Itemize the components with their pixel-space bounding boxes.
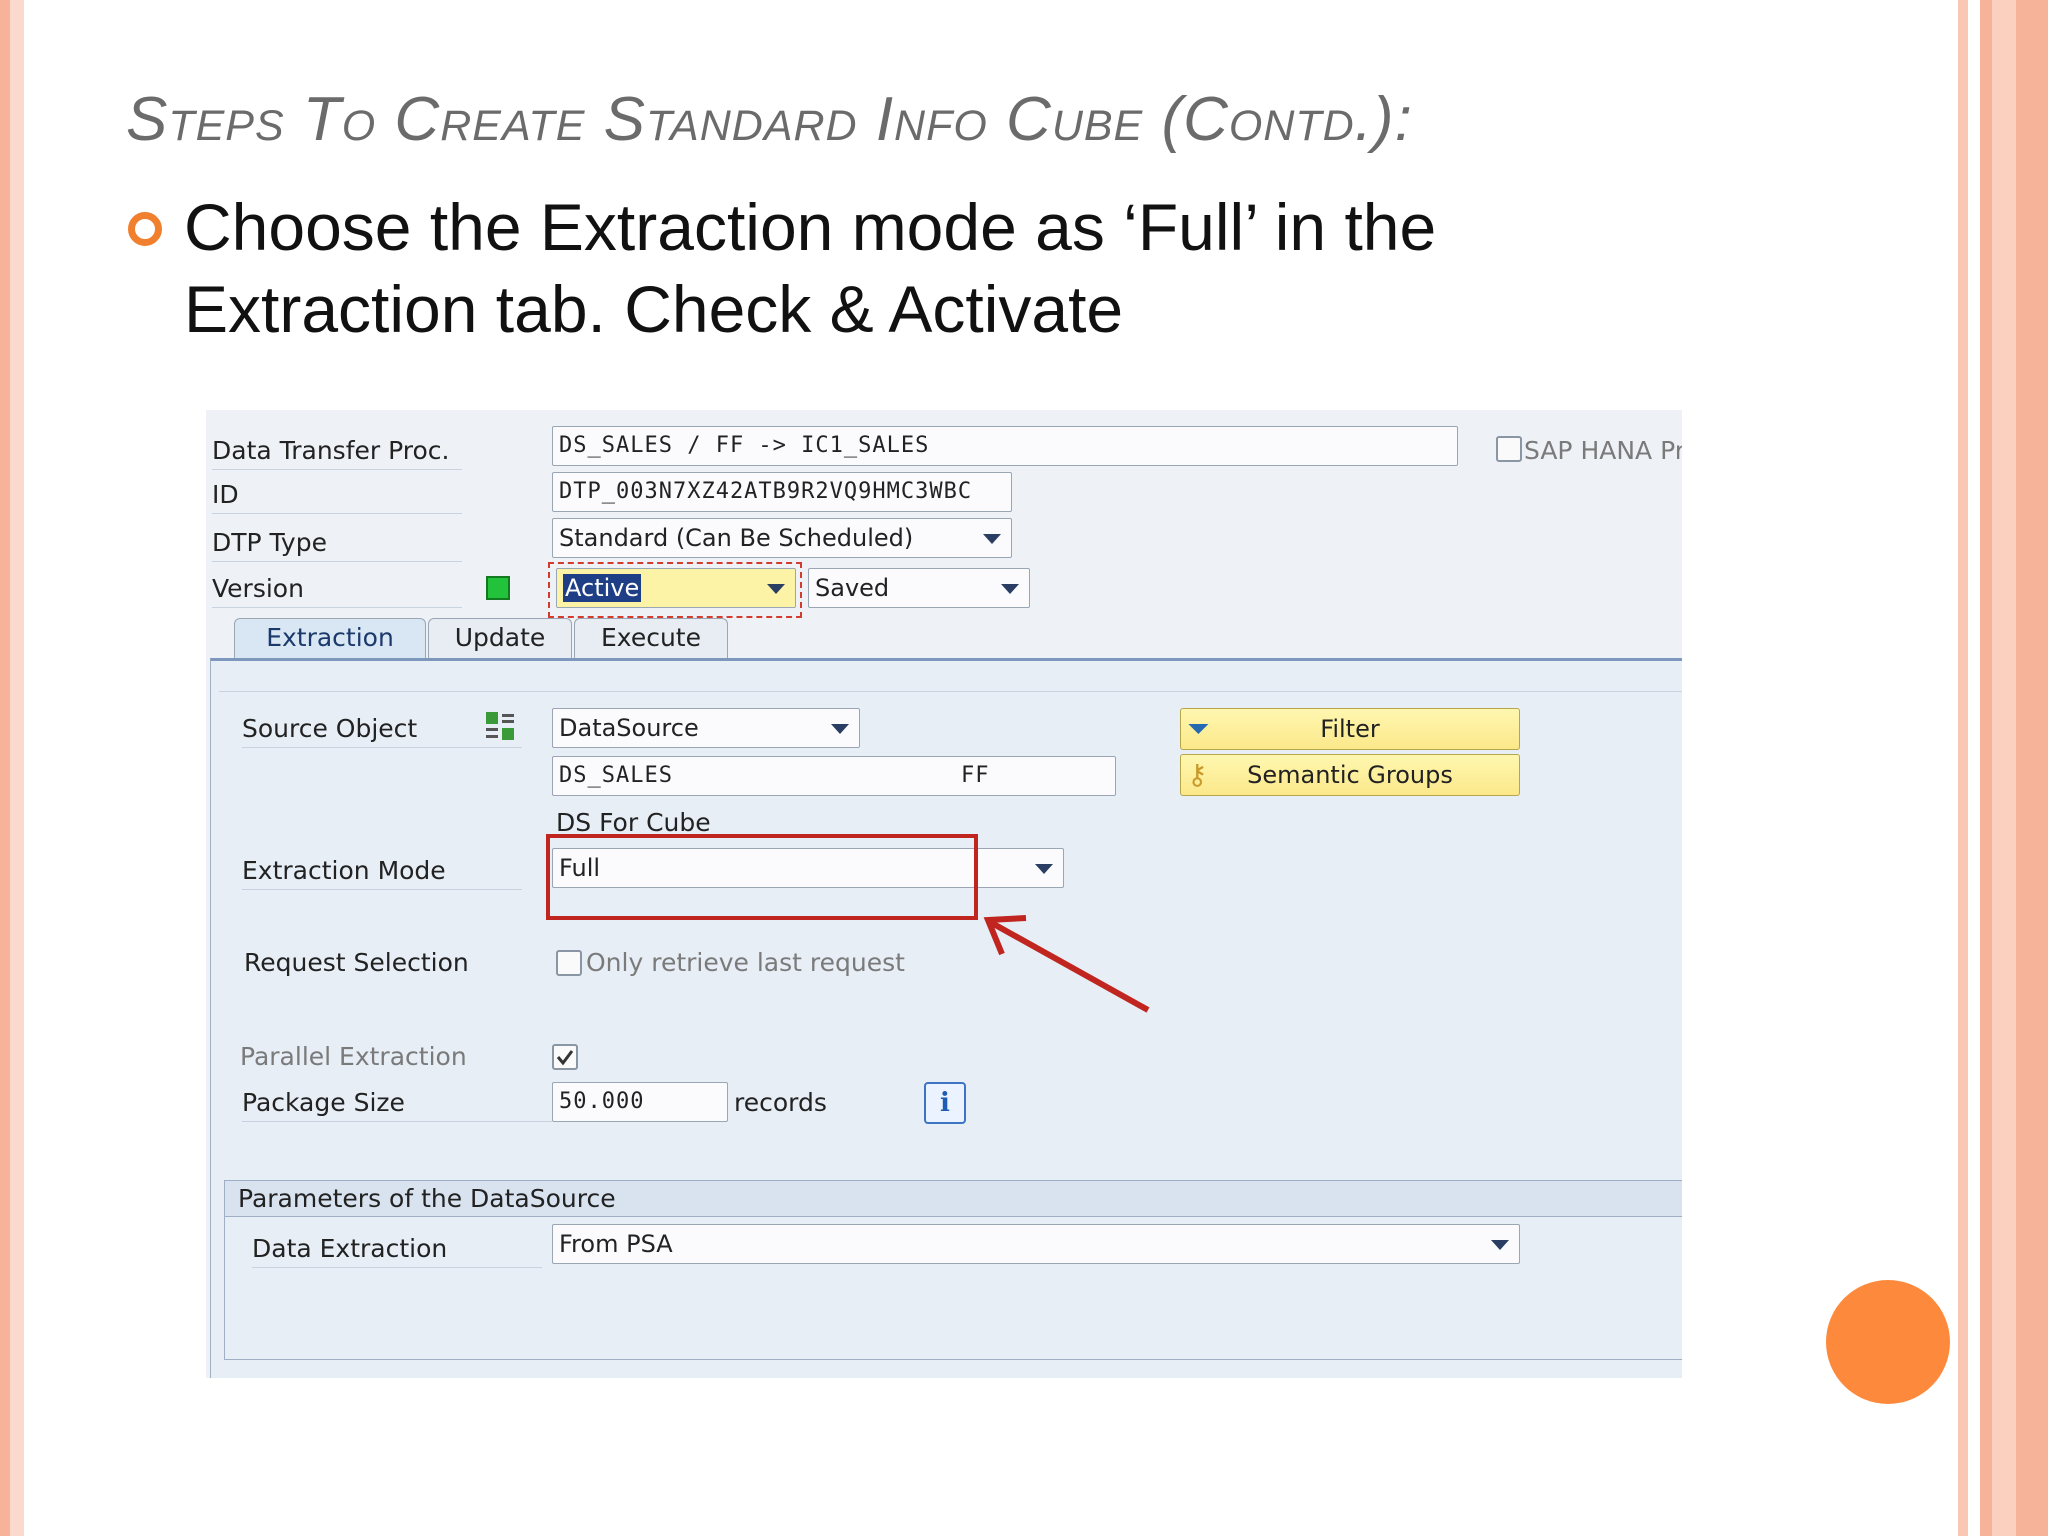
bullet-text: Choose the Extraction mode as ‘Full’ in … [184,190,1437,346]
chevron-down-icon[interactable] [831,724,849,734]
source-object-label: Source Object [242,710,522,748]
source-system-value: FF [961,763,990,788]
red-arrow-icon [983,915,1150,1013]
slide-title: Steps To Create Standard Info Cube (Cont… [126,85,1413,154]
chevron-down-icon[interactable] [1035,864,1053,874]
saved-dropdown[interactable]: Saved [808,568,1030,608]
semantic-groups-label: Semantic Groups [1247,761,1453,789]
source-name-value: DS_SALES [559,763,673,788]
dtp-type-value: Standard (Can Be Scheduled) [559,524,914,552]
decorative-circle [1826,1280,1950,1404]
parallel-extraction-label: Parallel Extraction [240,1042,467,1071]
highlight-box [546,834,978,920]
source-type-value: DataSource [559,714,699,742]
source-type-dropdown[interactable]: DataSource [552,708,860,748]
chevron-down-icon[interactable] [983,534,1001,544]
dtp-type-dropdown[interactable]: Standard (Can Be Scheduled) [552,518,1012,558]
data-extraction-value: From PSA [559,1230,673,1258]
dtp-name-field[interactable]: DS_SALES / FF -> IC1_SALES [552,426,1458,466]
package-size-field[interactable]: 50.000 [552,1082,728,1122]
filter-button[interactable]: ⏷ Filter [1180,708,1520,750]
extraction-mode-label: Extraction Mode [242,852,522,890]
data-extraction-label: Data Extraction [252,1230,542,1268]
request-selection-label: Request Selection [244,948,469,977]
key-icon: ⚷ [1187,758,1208,791]
datasource-params-title: Parameters of the DataSource [238,1184,616,1213]
slide-left-border [0,0,24,1536]
bullet-icon [128,212,162,246]
source-name-field[interactable]: DS_SALES FF [552,756,1116,796]
info-icon[interactable]: i [924,1082,966,1124]
tab-execute[interactable]: Execute [574,618,728,658]
filter-icon: ⏷ [1187,712,1210,745]
filter-button-label: Filter [1320,715,1380,743]
sap-hana-checkbox[interactable] [1496,436,1522,462]
semantic-groups-button[interactable]: ⚷ Semantic Groups [1180,754,1520,796]
chevron-down-icon[interactable] [767,584,785,594]
sap-hana-label: SAP HANA Pr [1524,436,1682,465]
chevron-down-icon[interactable] [1491,1240,1509,1250]
only-last-request-label: Only retrieve last request [586,948,905,977]
dtp-label: Data Transfer Proc. [212,432,462,470]
slide-right-border-inner [1958,0,1968,1536]
source-object-tree-icon[interactable] [484,710,516,742]
records-label: records [734,1088,827,1117]
slide-right-border [1980,0,2048,1536]
active-status-icon [486,576,510,600]
tab-update[interactable]: Update [428,618,572,658]
data-extraction-dropdown[interactable]: From PSA [552,1224,1520,1264]
dtp-type-label: DTP Type [212,524,462,562]
id-label: ID [212,476,462,514]
version-value: Active [563,574,642,602]
version-label: Version [212,570,462,608]
parallel-extraction-checkbox[interactable] [552,1044,578,1070]
checkmark-icon [556,1050,574,1066]
version-dropdown[interactable]: Active [556,568,796,608]
saved-value: Saved [815,574,890,602]
chevron-down-icon[interactable] [1001,584,1019,594]
tab-extraction[interactable]: Extraction [234,618,426,658]
id-field[interactable]: DTP_003N7XZ42ATB9R2VQ9HMC3WBC [552,472,1012,512]
only-last-request-checkbox[interactable] [556,950,582,976]
package-size-label: Package Size [242,1084,552,1122]
sap-dtp-screen: Data Transfer Proc. DS_SALES / FF -> IC1… [206,410,1682,1378]
